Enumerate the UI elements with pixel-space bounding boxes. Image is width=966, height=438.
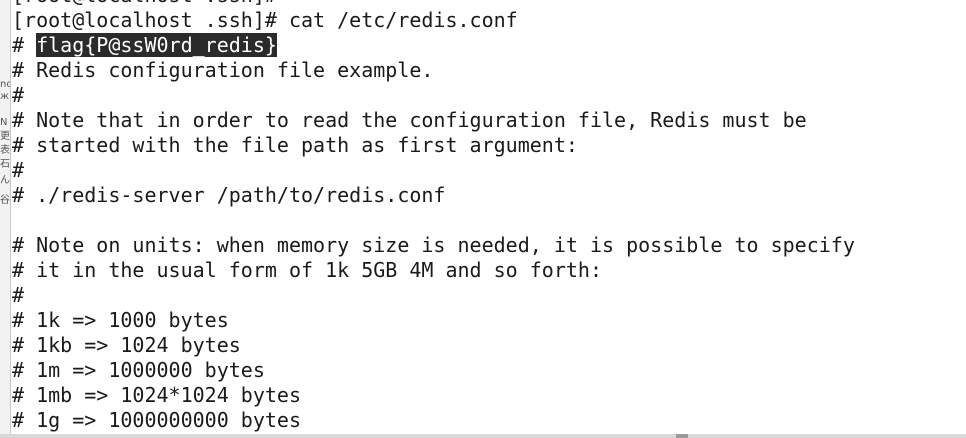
line-text: # Note on units: when memory size is nee… bbox=[12, 233, 855, 257]
output-line: # it in the usual form of 1k 5GB 4M and … bbox=[12, 258, 962, 283]
output-line: # 1kb => 1024 bytes bbox=[12, 333, 962, 358]
shell-prompt-line: [root@localhost .ssh]# cat /etc/redis.co… bbox=[12, 8, 962, 33]
horizontal-scrollbar[interactable] bbox=[0, 434, 966, 438]
selected-text[interactable]: flag{P@ssW0rd_redis} bbox=[36, 33, 277, 57]
background-window-glyph: ж bbox=[0, 91, 10, 102]
background-window-glyph: 谷 bbox=[0, 195, 10, 206]
line-text: [root@localhost .ssh]# bbox=[12, 0, 277, 7]
output-line: # bbox=[12, 283, 962, 308]
line-text: # Note that in order to read the configu… bbox=[12, 108, 807, 132]
background-window-glyph: 石 bbox=[0, 159, 10, 170]
background-window-glyph: N bbox=[0, 117, 8, 128]
output-line: # bbox=[12, 83, 962, 108]
shell-prompt-line: [root@localhost .ssh]# bbox=[12, 0, 962, 8]
output-line: # 1m => 1000000 bytes bbox=[12, 358, 962, 383]
line-text: # bbox=[12, 33, 37, 57]
output-line: # Redis configuration file example. bbox=[12, 58, 962, 83]
terminal-output[interactable]: [root@localhost .ssh]#[root@localhost .s… bbox=[12, 0, 962, 433]
scrollbar-thumb[interactable] bbox=[676, 434, 688, 438]
background-window-glyph: 表 bbox=[0, 145, 10, 156]
line-text: # ./redis-server /path/to/redis.conf bbox=[12, 183, 446, 207]
output-line: # ./redis-server /path/to/redis.conf bbox=[12, 183, 962, 208]
background-window-glyph: ん bbox=[0, 175, 10, 186]
output-line: # started with the file path as first ar… bbox=[12, 133, 962, 158]
output-line: # Note on units: when memory size is nee… bbox=[12, 233, 962, 258]
output-line: # 1g => 1000000000 bytes bbox=[12, 408, 962, 433]
line-text: # bbox=[12, 283, 25, 307]
line-text: # Redis configuration file example. bbox=[12, 58, 434, 82]
output-line: # 1k => 1000 bytes bbox=[12, 308, 962, 333]
background-window-glyph: 更 bbox=[0, 131, 10, 142]
line-text: # bbox=[12, 158, 25, 182]
background-window-glyph: nc bbox=[0, 79, 11, 90]
background-window-strip: nc ж N 更表石ん谷 bbox=[0, 0, 11, 438]
line-text: # started with the file path as first ar… bbox=[12, 133, 578, 157]
output-line: # bbox=[12, 158, 962, 183]
output-line: # Note that in order to read the configu… bbox=[12, 108, 962, 133]
line-text: # 1k => 1000 bytes bbox=[12, 308, 229, 332]
line-text: [root@localhost .ssh]# cat /etc/redis.co… bbox=[12, 8, 518, 32]
terminal-window[interactable]: ncж N更表石ん谷 [root@localhost .ssh]#[root@lo… bbox=[0, 0, 966, 438]
output-line: # flag{P@ssW0rd_redis} bbox=[12, 33, 962, 58]
line-text: # 1g => 1000000000 bytes bbox=[12, 408, 301, 432]
line-text: # bbox=[12, 83, 25, 107]
output-line: # 1mb => 1024*1024 bytes bbox=[12, 383, 962, 408]
line-text: # it in the usual form of 1k 5GB 4M and … bbox=[12, 258, 603, 282]
line-text: # 1mb => 1024*1024 bytes bbox=[12, 383, 301, 407]
line-text: # 1kb => 1024 bytes bbox=[12, 333, 241, 357]
line-text: # 1m => 1000000 bytes bbox=[12, 358, 265, 382]
